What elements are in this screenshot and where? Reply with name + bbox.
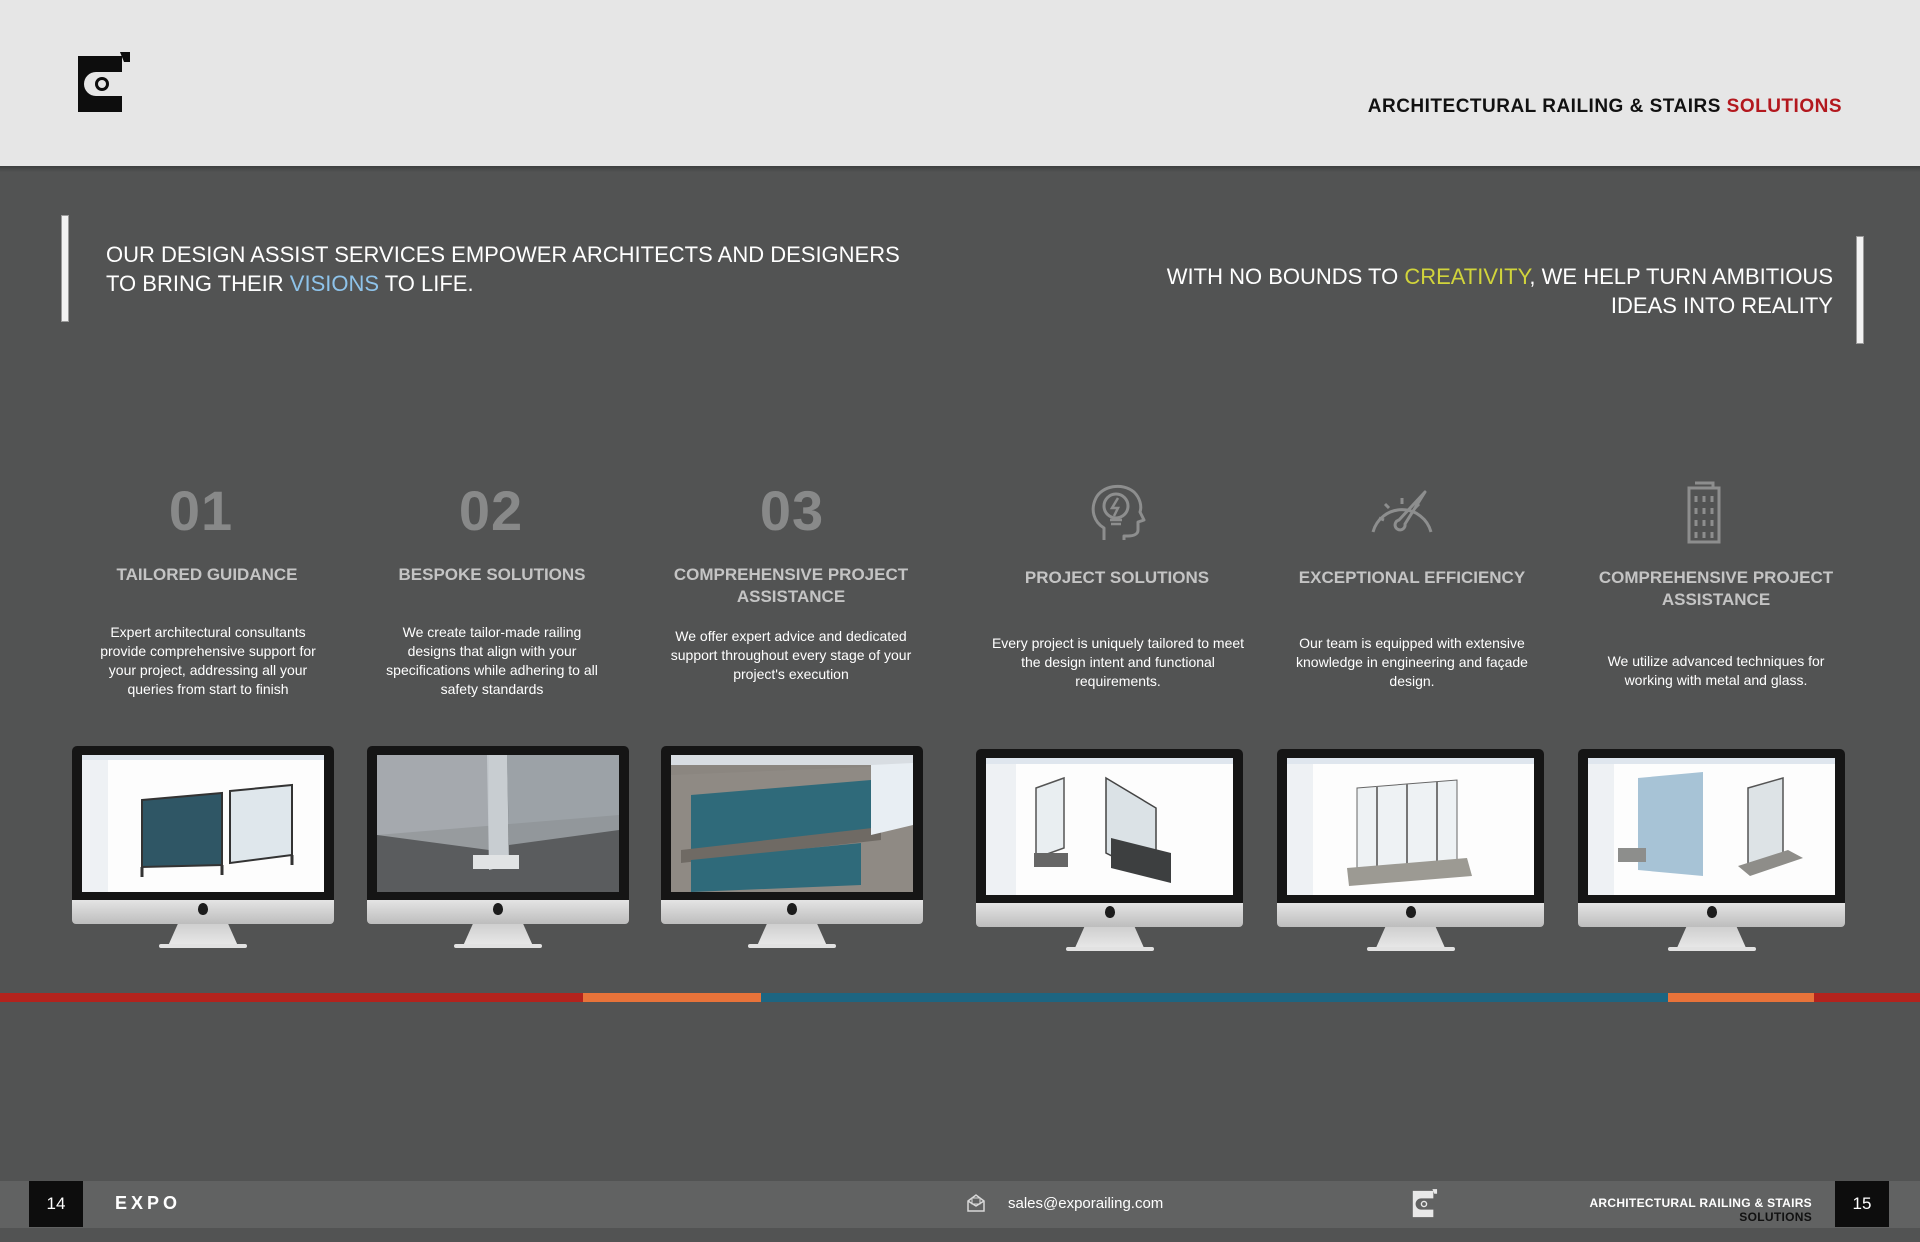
quote-left-end: TO LIFE. — [379, 271, 474, 296]
quote-left-bar — [61, 215, 69, 322]
apple-icon — [1405, 906, 1416, 918]
page-number-left: 14 — [29, 1181, 83, 1227]
building-icon — [1687, 481, 1721, 544]
speedometer-icon — [1371, 490, 1433, 533]
feature-number: 03 — [759, 479, 825, 542]
color-stripe — [0, 993, 1920, 1002]
page-header — [0, 0, 1920, 166]
header-title: ARCHITECTURAL RAILING & STAIRS SOLUTIONS — [1368, 96, 1842, 118]
feature-number: 02 — [458, 479, 524, 542]
monitor-image — [1578, 749, 1845, 959]
feature-description: Expert architectural consultants provide… — [100, 624, 316, 697]
header-title-accent: SOLUTIONS — [1726, 96, 1842, 117]
page-number-right: 15 — [1835, 1181, 1889, 1227]
feature-title: COMPREHENSIVE PROJECT ASSISTANCE — [673, 565, 909, 606]
stripe-segment-red — [0, 993, 583, 1002]
apple-icon — [1104, 906, 1115, 918]
header-shadow — [0, 166, 1920, 172]
footer-tagline: ARCHITECTURAL RAILING & STAIRS SOLUTIONS — [1589, 1196, 1812, 1224]
quote-right: WITH NO BOUNDS TO CREATIVITY, WE HELP TU… — [1140, 262, 1833, 320]
apple-icon — [198, 903, 208, 915]
footer-tagline-line1: ARCHITECTURAL RAILING & STAIRS — [1589, 1196, 1812, 1210]
feature-description: We utilize advanced techniques for worki… — [1607, 653, 1825, 688]
monitor-image — [976, 749, 1243, 959]
quote-left-text: OUR DESIGN ASSIST SERVICES EMPOWER ARCHI… — [106, 242, 900, 296]
feature-description: We create tailor-made railing designs th… — [386, 624, 598, 697]
feature-title: BESPOKE SOLUTIONS — [398, 565, 586, 584]
feature-description: Every project is uniquely tailored to me… — [991, 635, 1245, 689]
apple-icon — [1706, 906, 1717, 918]
feature-number: 01 — [168, 479, 234, 542]
feature-title: EXCEPTIONAL EFFICIENCY — [1298, 568, 1526, 587]
monitor-image — [661, 746, 923, 956]
stripe-segment-orange — [583, 993, 761, 1002]
quote-right-end: , WE HELP TURN AMBITIOUS IDEAS INTO REAL… — [1529, 264, 1833, 318]
stripe-segment-orange — [1668, 993, 1814, 1002]
quote-right-highlight: CREATIVITY — [1404, 264, 1530, 289]
company-logo — [78, 52, 130, 112]
feature-description: Our team is equipped with extensive know… — [1296, 635, 1528, 689]
lightbulb-head-icon — [1091, 484, 1146, 540]
monitor-image — [1277, 749, 1544, 959]
feature-title: COMPREHENSIVE PROJECT ASSISTANCE — [1598, 568, 1834, 609]
quote-right-bar — [1856, 236, 1864, 344]
footer-email-link[interactable]: sales@exporailing.com — [1008, 1195, 1163, 1212]
quote-right-text: WITH NO BOUNDS TO — [1166, 264, 1405, 289]
footer-logo — [1412, 1189, 1438, 1218]
footer-brand: EXPO — [115, 1193, 182, 1213]
footer-tagline-line2: SOLUTIONS — [1739, 1210, 1812, 1224]
quote-left-highlight: VISIONS — [289, 271, 380, 296]
feature-title: PROJECT SOLUTIONS — [1024, 568, 1210, 587]
stripe-segment-blue — [761, 993, 1668, 1002]
quote-left: OUR DESIGN ASSIST SERVICES EMPOWER ARCHI… — [106, 240, 926, 298]
monitor-image — [72, 746, 334, 956]
header-title-main: ARCHITECTURAL RAILING & STAIRS — [1367, 96, 1727, 117]
feature-description: We offer expert advice and dedicated sup… — [670, 628, 912, 682]
stripe-segment-red — [1814, 993, 1920, 1002]
apple-icon — [787, 903, 797, 915]
feature-title: TAILORED GUIDANCE — [116, 565, 298, 584]
apple-icon — [493, 903, 503, 915]
monitor-image — [367, 746, 629, 956]
mail-icon — [967, 1194, 985, 1212]
